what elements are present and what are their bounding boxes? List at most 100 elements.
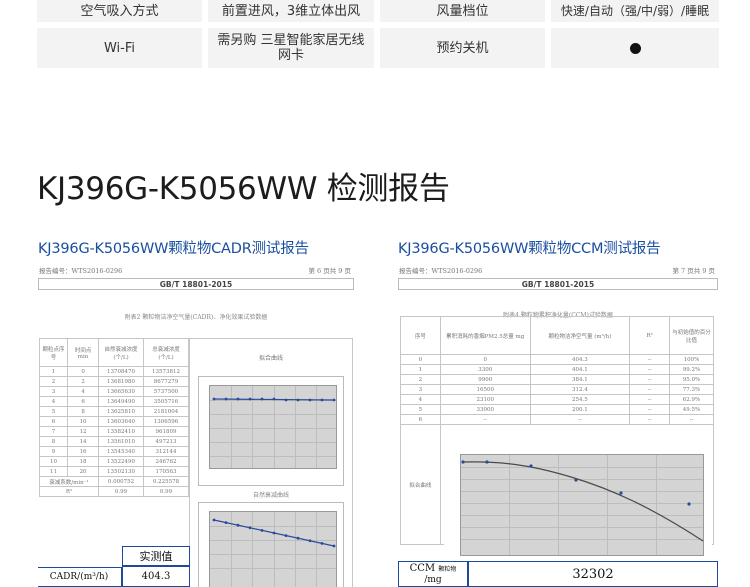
table-cell: 404.3 [529, 354, 631, 365]
table-cell: 13502130 [98, 466, 144, 477]
table-cell: 11 [38, 466, 69, 477]
natural-decay-line [212, 397, 336, 402]
plot-area [209, 511, 337, 587]
table-cell: 10 [38, 456, 69, 467]
table-cell: 497213 [143, 436, 189, 447]
table-row: 4 6 13649490 3505716 [38, 396, 189, 407]
ccm-table-body: 0 0 404.3 -- 100% 1 3300 404.1 -- 99.2% 2 9900 384.1… [400, 354, 714, 425]
report-standard: GB/T 18801-2015 [398, 278, 718, 290]
table-cell: 2 [67, 376, 100, 387]
spec-value-air-intake: 前置进风，3维立体出风 [208, 0, 374, 22]
table-cell: 5 [400, 404, 441, 415]
table-cell: 49.5% [669, 404, 714, 415]
table-cell: 2181004 [143, 406, 189, 417]
table-cell: 13522490 [98, 456, 144, 467]
table-row: 1 0 13708470 13573812 [38, 366, 189, 377]
table-cell: 404.1 [529, 364, 631, 375]
table-cell: 9900 [439, 374, 531, 385]
report-header: 报告编号：WTS2016-0296 第 6 页共 9 页 [38, 262, 354, 275]
spec-label-fan-speed: 风量档位 [380, 0, 545, 22]
table-cell: 14 [67, 436, 100, 447]
spec-value-wifi: 需另购 三星智能家居无线网卡 [208, 28, 374, 68]
table-cell: 8 [67, 406, 100, 417]
table-cell: 99.2% [669, 364, 714, 375]
report-number: 报告编号：WTS2016-0296 [399, 267, 483, 275]
table-cell: 312144 [143, 446, 189, 457]
table-cell: 20 [67, 466, 100, 477]
table-cell: 18 [67, 456, 100, 467]
table-cell: 23100 [439, 394, 531, 405]
table-cell: 961809 [143, 426, 189, 437]
table-cell: 8 [38, 436, 69, 447]
table-cell: -- [629, 394, 671, 405]
spec-label-air-intake: 空气吸入方式 [37, 0, 202, 22]
report-number: 报告编号：WTS2016-0296 [39, 267, 123, 275]
table-cell: 13582410 [98, 426, 144, 437]
table-cell: 6 [38, 416, 69, 427]
table-cell: -- [669, 414, 714, 425]
table-cell: 16 [67, 446, 100, 457]
table-cell: 13603640 [98, 416, 144, 427]
table-row: 1 3300 404.1 -- 99.2% [400, 364, 714, 375]
spec-row-airflow: 空气吸入方式 前置进风，3维立体出风 风量档位 快速/自动（强/中/弱）/睡眠 [37, 0, 719, 22]
table-cell: 16500 [439, 384, 531, 395]
spec-label-wifi: Wi-Fi [37, 28, 202, 68]
ccm-label-unit: /mg [424, 574, 442, 585]
table-cell: 13573812 [143, 366, 189, 377]
table-header-row: 序号 累积消耗的香烟PM2.5总量 mg 颗粒物洁净空气量 (m³/h) R² … [400, 316, 714, 355]
table-cell: 0.000752 [98, 476, 144, 487]
table-row: 7 12 13582410 961809 [38, 426, 189, 437]
report-caption: 附表2 颗粒物洁净空气量(CADR)、净化效果试验数据 [124, 314, 268, 321]
table-cell: 2 [400, 374, 441, 385]
table-row: 11 20 13502130 170563 [38, 466, 189, 477]
ccm-fit-curve [461, 460, 704, 542]
cadr-report-document: 报告编号：WTS2016-0296 第 6 页共 9 页 GB/T 18801-… [38, 262, 354, 587]
ccm-label: CCM 颗粒物 /mg [398, 561, 468, 587]
table-cell: 5737500 [143, 386, 189, 397]
table-cell: 0.99 [98, 486, 144, 497]
table-cell: 95.0% [669, 374, 714, 385]
table-cell: 13625810 [98, 406, 144, 417]
cadr-table-body: 1 0 13708470 13573812 2 2 13681980 8677279 3 4 136… [38, 366, 189, 477]
fit-column-header: 拟合曲线 [258, 355, 283, 362]
table-header-cell: 总衰减浓度(个/L) [143, 338, 189, 367]
report-heading-ccm: KJ396G-K5056WW颗粒物CCM测试报告 [398, 241, 661, 257]
table-header-cell: 自然衰减浓度(个/L) [98, 338, 144, 367]
table-cell: 13708470 [98, 366, 144, 377]
report-page: 第 7 页共 9 页 [672, 267, 715, 275]
table-cell: 13665630 [98, 386, 144, 397]
spec-label-timer-off: 预约关机 [380, 28, 545, 68]
table-cell: 170563 [143, 466, 189, 477]
table-cell: 0 [67, 366, 100, 377]
spec-row-wifi: Wi-Fi 需另购 三星智能家居无线网卡 预约关机 [37, 28, 719, 68]
table-cell: 13561010 [98, 436, 144, 447]
table-header-cell: 序号 [400, 316, 441, 355]
table-cell: 7 [38, 426, 69, 437]
table-cell: 77.3% [669, 384, 714, 395]
table-header-cell: 颗粒物洁净空气量 (m³/h) [529, 316, 631, 355]
table-cell: 0 [400, 354, 441, 365]
table-cell: 312.4 [529, 384, 631, 395]
ccm-measured-value: 32302 [468, 561, 718, 587]
table-cell: -- [439, 414, 531, 425]
report-heading-cadr: KJ396G-K5056WW颗粒物CADR测试报告 [38, 241, 309, 257]
table-cell: -- [629, 404, 671, 415]
table-header-cell: 与初始值的百分比值 [669, 316, 714, 355]
report-page: 第 6 页共 9 页 [308, 267, 351, 275]
table-cell: -- [629, 374, 671, 385]
plot-area [460, 454, 704, 556]
table-cell: 246762 [143, 456, 189, 467]
table-cell: 8677279 [143, 376, 189, 387]
table-row: 6 10 13603640 1306596 [38, 416, 189, 427]
plot-area [209, 385, 337, 469]
table-row: 4 23100 254.5 -- 62.9% [400, 394, 714, 405]
table-cell: -- [629, 354, 671, 365]
table-cell: 13681980 [98, 376, 144, 387]
table-cell: 100% [669, 354, 714, 365]
ccm-label-main: CCM [409, 562, 436, 574]
table-row: 3 4 13665630 5737500 [38, 386, 189, 397]
total-decay-plot [198, 502, 344, 587]
table-cell: 33000 [439, 404, 531, 415]
table-cell: 6 [400, 414, 441, 425]
table-cell: 13649490 [98, 396, 144, 407]
